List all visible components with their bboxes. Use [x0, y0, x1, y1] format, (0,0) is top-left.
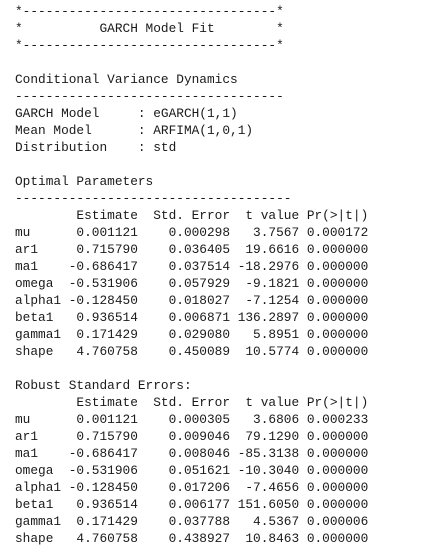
console-line: Optimal Parameters: [15, 174, 154, 189]
console-line: Robust Standard Errors:: [15, 378, 192, 393]
console-line: Estimate Std. Error t value Pr(>|t|): [15, 395, 369, 410]
console-line: Mean Model : ARFIMA(1,0,1): [15, 123, 254, 138]
console-line: ma1 -0.686417 0.008046 -85.3138 0.000000: [15, 446, 369, 461]
console-line: gamma1 0.171429 0.037788 4.5367 0.000006: [15, 514, 369, 529]
console-line: ma1 -0.686417 0.037514 -18.2976 0.000000: [15, 259, 369, 274]
console-line: *---------------------------------*: [15, 4, 284, 19]
console-line: alpha1 -0.128450 0.017206 -7.4656 0.0000…: [15, 480, 369, 495]
console-line: ar1 0.715790 0.036405 19.6616 0.000000: [15, 242, 369, 257]
console-line: mu 0.001121 0.000305 3.6806 0.000233: [15, 412, 369, 427]
console-line: gamma1 0.171429 0.029080 5.8951 0.000000: [15, 327, 369, 342]
console-line: ar1 0.715790 0.009046 79.1290 0.000000: [15, 429, 369, 444]
console-line: Distribution : std: [15, 140, 177, 155]
console-line: beta1 0.936514 0.006871 136.2897 0.00000…: [15, 310, 369, 325]
console-line: -----------------------------------: [15, 89, 284, 104]
console-line: ------------------------------------: [15, 191, 292, 206]
console-line: beta1 0.936514 0.006177 151.6050 0.00000…: [15, 497, 369, 512]
console-line: Estimate Std. Error t value Pr(>|t|): [15, 208, 369, 223]
console-line: Conditional Variance Dynamics: [15, 72, 238, 87]
console-line: omega -0.531906 0.057929 -9.1821 0.00000…: [15, 276, 369, 291]
console-line: omega -0.531906 0.051621 -10.3040 0.0000…: [15, 463, 369, 478]
console-line: alpha1 -0.128450 0.018027 -7.1254 0.0000…: [15, 293, 369, 308]
console-line: GARCH Model : eGARCH(1,1): [15, 106, 238, 121]
console-output: *---------------------------------* * GAR…: [15, 3, 368, 547]
console-line: shape 4.760758 0.438927 10.8463 0.000000: [15, 531, 369, 546]
console-line: mu 0.001121 0.000298 3.7567 0.000172: [15, 225, 369, 240]
console-line: * GARCH Model Fit *: [15, 21, 284, 36]
console-line: *---------------------------------*: [15, 38, 284, 53]
console-line: shape 4.760758 0.450089 10.5774 0.000000: [15, 344, 369, 359]
